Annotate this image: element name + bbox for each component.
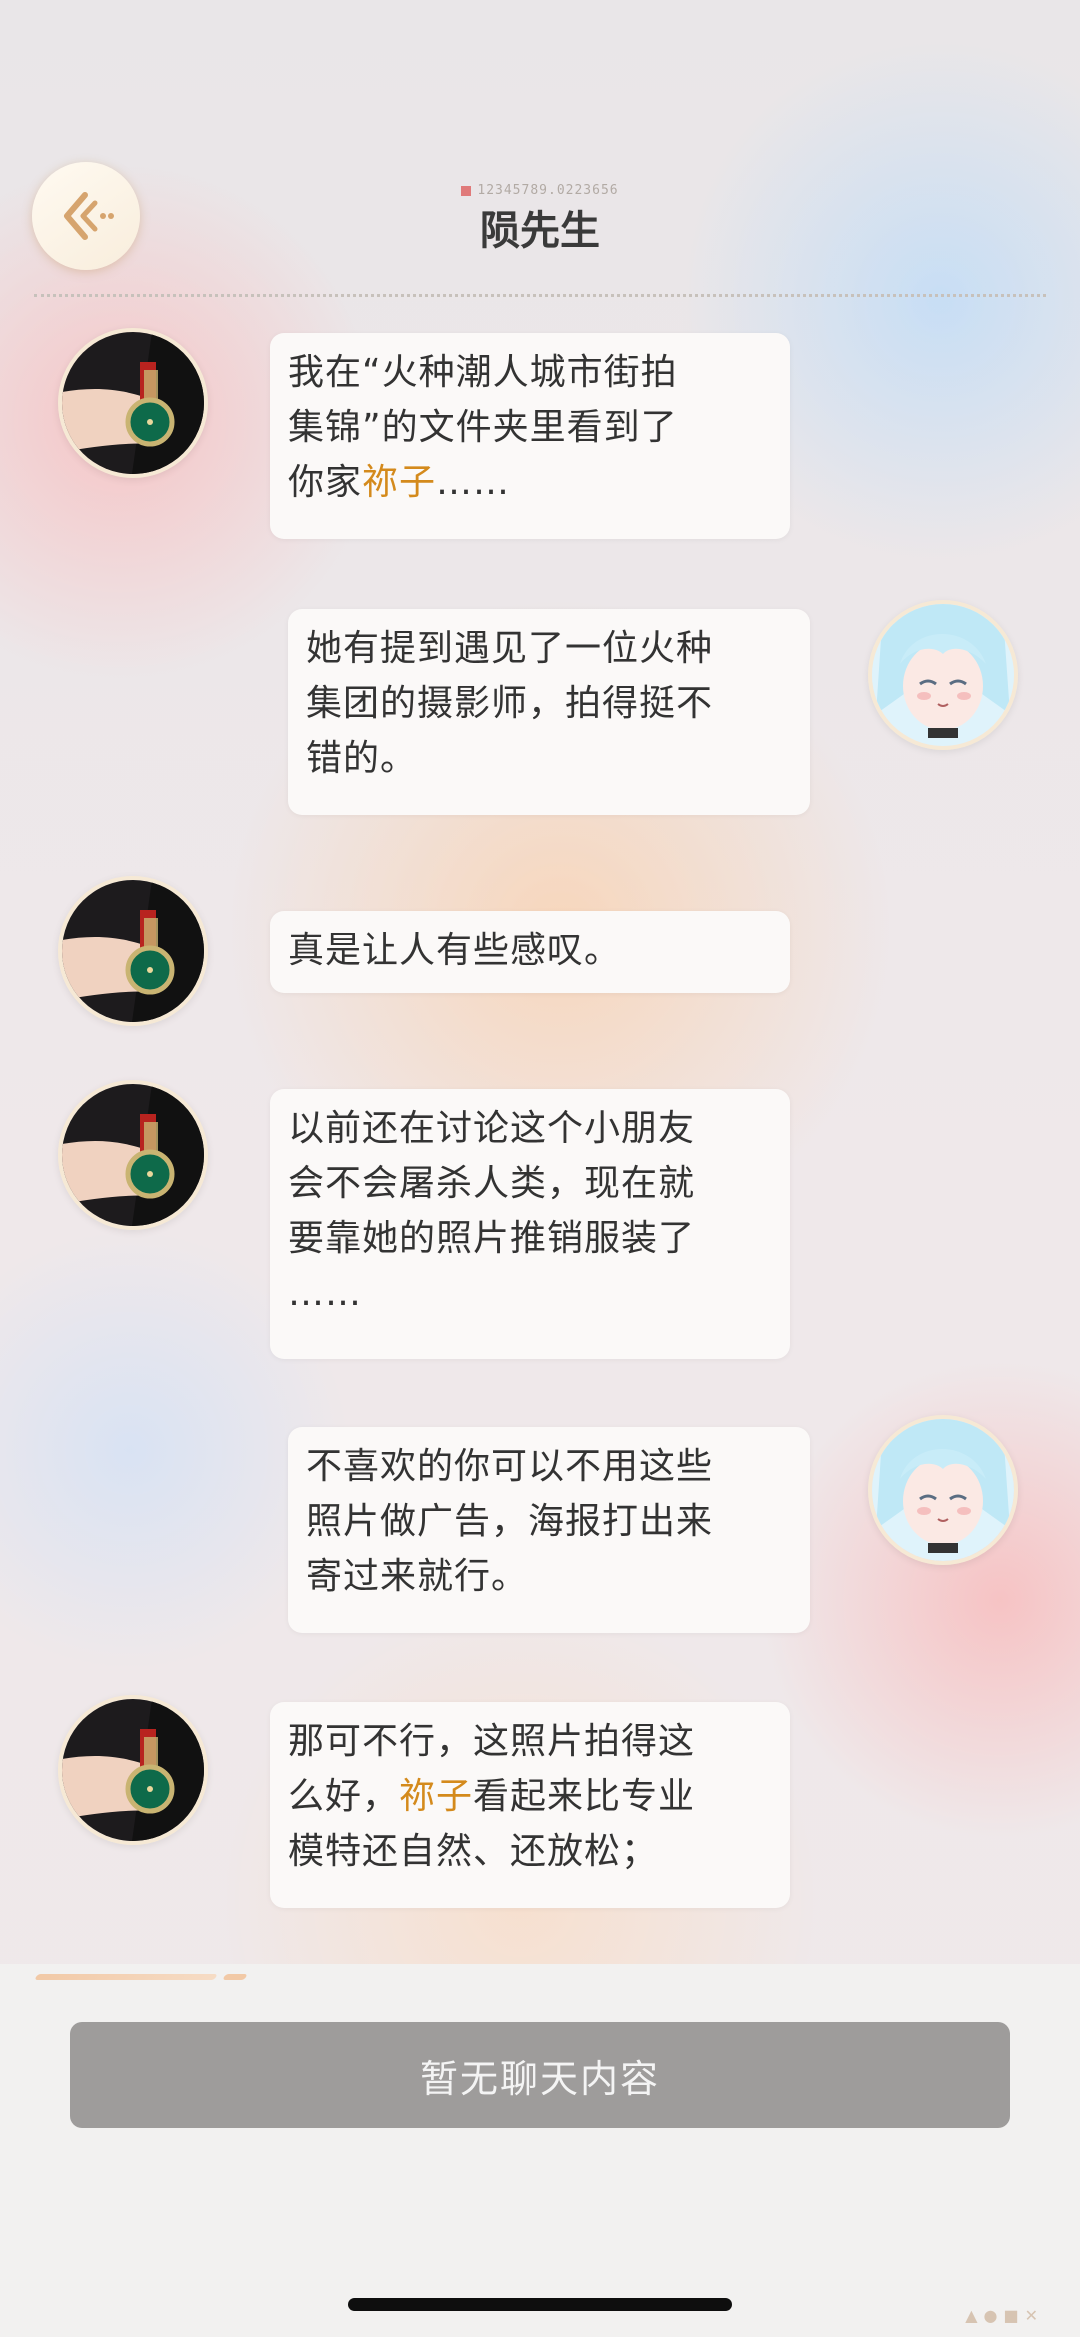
message-line: 不喜欢的你可以不用这些 [306, 1439, 792, 1494]
watch-wrist-image [62, 332, 204, 474]
message-text: 看起来比专业 [473, 1776, 696, 1817]
message-text: 我在“火种潮人城市街拍 [288, 352, 678, 393]
chat-input-placeholder: 暂无聊天内容 [419, 2056, 660, 2101]
decor-strip-small [222, 1974, 248, 1980]
message-text: 以前还在讨论这个小朋友 [288, 1108, 696, 1149]
message-line: 要靠她的照片推销服装了 [288, 1211, 772, 1266]
message-line: 么好，祢子看起来比专业 [288, 1769, 772, 1824]
message-line: 会不会屠杀人类，现在就 [288, 1156, 772, 1211]
corner-decor-icon: ▲●■✕ [965, 2306, 1044, 2325]
avatar-self[interactable] [868, 600, 1018, 750]
message-line: 那可不行，这照片拍得这 [288, 1714, 772, 1769]
message-text: 集团的摄影师，拍得挺不 [306, 683, 714, 724]
message-text: 集锦”的文件夹里看到了 [288, 407, 678, 448]
contact-id: 12345789.0223656 [0, 183, 1080, 198]
message-text: 你家 [288, 462, 363, 503]
girl-portrait-image [872, 604, 1014, 746]
highlighted-name[interactable]: 祢子 [399, 1776, 473, 1817]
message-line: …… [288, 1266, 772, 1321]
message-text: 不喜欢的你可以不用这些 [306, 1446, 714, 1487]
message-line: 集锦”的文件夹里看到了 [288, 400, 772, 455]
contact-id-text: 12345789.0223656 [477, 183, 619, 198]
message-line: 寄过来就行。 [306, 1549, 792, 1604]
message-line: 我在“火种潮人城市街拍 [288, 345, 772, 400]
message-line: 模特还自然、还放松； [288, 1824, 772, 1879]
girl-portrait-image [872, 1419, 1014, 1561]
message-text: 真是让人有些感叹。 [288, 930, 622, 971]
avatar-self[interactable] [868, 1415, 1018, 1565]
message-text: 她有提到遇见了一位火种 [306, 628, 714, 669]
message-line: 照片做广告，海报打出来 [306, 1494, 792, 1549]
avatar-contact[interactable] [58, 328, 208, 478]
watch-wrist-image [62, 1699, 204, 1841]
message-text: 模特还自然、还放松； [288, 1831, 659, 1872]
message-line: 以前还在讨论这个小朋友 [288, 1101, 772, 1156]
header-divider [34, 294, 1046, 297]
chat-input-bar[interactable]: 暂无聊天内容 [70, 2022, 1010, 2128]
home-indicator[interactable] [348, 2298, 732, 2311]
header: 12345789.0223656 陨先生 [0, 0, 1080, 300]
message-text: 要靠她的照片推销服装了 [288, 1218, 696, 1259]
message-bubble: 我在“火种潮人城市街拍 集锦”的文件夹里看到了 你家祢子…… [270, 333, 790, 539]
message-bubble: 不喜欢的你可以不用这些 照片做广告，海报打出来 寄过来就行。 [288, 1427, 810, 1633]
watch-wrist-image [62, 880, 204, 1022]
message-text: …… [288, 1273, 362, 1314]
message-line: 她有提到遇见了一位火种 [306, 621, 792, 676]
message-text: 么好， [288, 1776, 400, 1817]
message-text: 那可不行，这照片拍得这 [288, 1721, 696, 1762]
message-bubble: 她有提到遇见了一位火种 集团的摄影师，拍得挺不 错的。 [288, 609, 810, 815]
avatar-contact[interactable] [58, 1080, 208, 1230]
message-bubble: 那可不行，这照片拍得这 么好，祢子看起来比专业 模特还自然、还放松； [270, 1702, 790, 1908]
page-title: 陨先生 [480, 208, 600, 254]
decor-strip [34, 1974, 218, 1980]
message-line: 集团的摄影师，拍得挺不 [306, 676, 792, 731]
message-text: 会不会屠杀人类，现在就 [288, 1163, 696, 1204]
avatar-contact[interactable] [58, 876, 208, 1026]
message-text: 错的。 [306, 738, 418, 779]
message-text: 寄过来就行。 [306, 1556, 529, 1597]
avatar-contact[interactable] [58, 1695, 208, 1845]
bottom-panel [0, 1964, 1080, 2337]
message-line: 你家祢子…… [288, 455, 772, 510]
highlighted-name[interactable]: 祢子 [362, 462, 436, 503]
message-text: …… [436, 462, 511, 503]
watch-wrist-image [62, 1084, 204, 1226]
message-bubble: 真是让人有些感叹。 [270, 911, 790, 993]
message-text: 照片做广告，海报打出来 [306, 1501, 714, 1542]
message-line: 错的。 [306, 731, 792, 786]
message-bubble: 以前还在讨论这个小朋友 会不会屠杀人类，现在就 要靠她的照片推销服装了 …… [270, 1089, 790, 1359]
message-line: 真是让人有些感叹。 [288, 923, 772, 978]
id-tag-icon [461, 185, 472, 196]
